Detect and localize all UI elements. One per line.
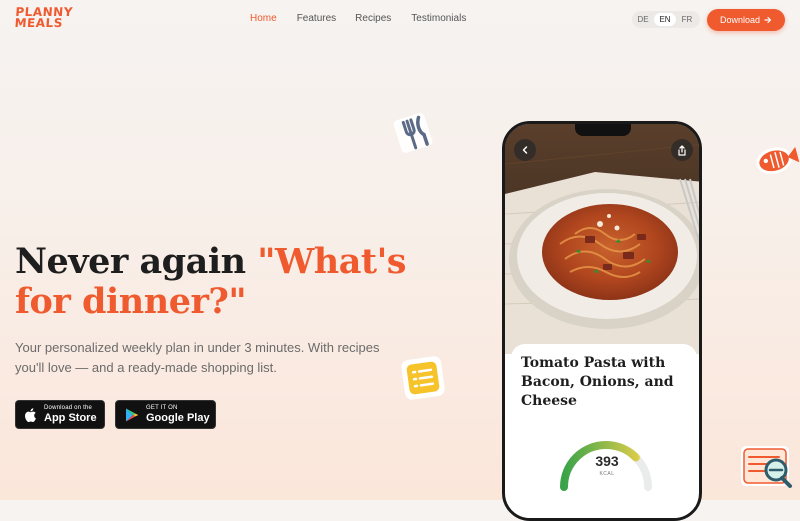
- arrow-right-icon: [764, 16, 772, 24]
- hero-headline: Never again "What's for dinner?": [15, 242, 415, 322]
- nav-link-testimonials[interactable]: Testimonials: [411, 13, 466, 24]
- calorie-unit: KCAL: [599, 471, 615, 477]
- google-play-button[interactable]: GET IT ON Google Play: [115, 400, 216, 429]
- top-navbar: PLANNY MEALS Home Features Recipes Testi…: [0, 0, 800, 40]
- download-button[interactable]: Download: [707, 9, 785, 31]
- nav-link-home[interactable]: Home: [250, 13, 277, 24]
- headline-accent-2: for dinner?": [15, 281, 247, 322]
- app-store-big: App Store: [44, 412, 97, 424]
- chevron-left-icon: [522, 146, 528, 154]
- recipe-card: Tomato Pasta with Bacon, Onions, and Che…: [511, 344, 697, 518]
- fish-sticker-icon: [756, 146, 800, 175]
- google-play-text: GET IT ON Google Play: [146, 405, 210, 424]
- recipe-title: Tomato Pasta with Bacon, Onions, and Che…: [521, 355, 674, 409]
- fork-knife-sticker-icon: [393, 112, 433, 153]
- planny-meals-logo[interactable]: PLANNY MEALS: [14, 5, 73, 30]
- recipe-search-sticker-icon: [741, 446, 792, 488]
- back-button[interactable]: [514, 139, 536, 161]
- app-store-button[interactable]: Download on the App Store: [15, 400, 105, 429]
- language-switcher: DE EN FR: [632, 11, 700, 28]
- logo-line-2: MEALS: [14, 16, 64, 30]
- google-play-small: GET IT ON: [146, 405, 178, 411]
- share-icon: [678, 144, 686, 156]
- app-store-small: Download on the: [44, 405, 93, 411]
- apple-icon: [25, 407, 36, 422]
- nav-links: Home Features Recipes Testimonials: [250, 13, 466, 24]
- nav-link-features[interactable]: Features: [297, 13, 336, 24]
- phone-notch: [575, 124, 631, 136]
- google-play-big: Google Play: [146, 412, 210, 424]
- lang-en[interactable]: EN: [654, 13, 676, 26]
- lang-fr[interactable]: FR: [676, 15, 698, 24]
- download-label: Download: [719, 15, 761, 25]
- share-button[interactable]: [671, 139, 693, 161]
- phone-mockup: Tomato Pasta with Bacon, Onions, and Che…: [502, 121, 702, 521]
- pasta-dish-photo: [505, 124, 699, 354]
- headline-plain: Never again: [15, 241, 258, 282]
- hero-subtitle: Your personalized weekly plan in under 3…: [15, 340, 380, 375]
- headline-accent-1: "What's: [257, 241, 407, 282]
- app-store-text: Download on the App Store: [44, 405, 97, 424]
- checklist-sticker-icon: [401, 356, 445, 400]
- lang-de[interactable]: DE: [632, 15, 654, 24]
- google-play-icon: [126, 408, 139, 421]
- nav-link-recipes[interactable]: Recipes: [355, 13, 391, 24]
- calorie-value: 393: [595, 453, 619, 469]
